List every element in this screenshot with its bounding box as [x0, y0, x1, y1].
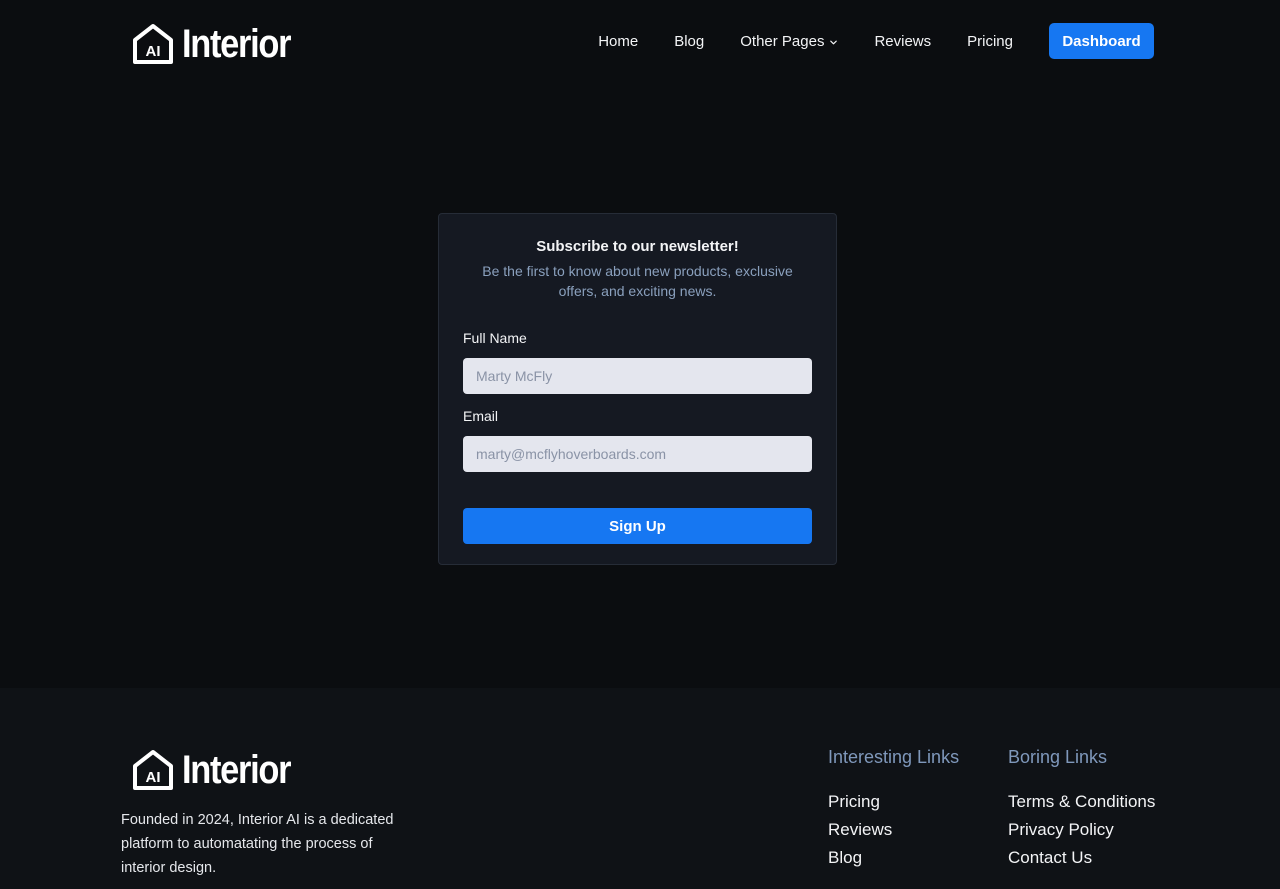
- newsletter-subtitle: Be the first to know about new products,…: [482, 263, 793, 299]
- email-input[interactable]: [463, 436, 812, 472]
- footer-link-contact[interactable]: Contact Us: [1008, 844, 1155, 872]
- full-name-input[interactable]: [463, 358, 812, 394]
- footer-link-blog[interactable]: Blog: [828, 844, 959, 872]
- email-label: Email: [463, 408, 499, 424]
- chevron-down-icon: [830, 40, 838, 44]
- logo-badge-text: AI: [146, 43, 161, 60]
- nav-reviews-label: Reviews: [874, 32, 932, 50]
- footer-link-reviews[interactable]: Reviews: [828, 816, 959, 844]
- nav-other-pages[interactable]: Other Pages: [740, 33, 838, 50]
- newsletter-title: Subscribe to our newsletter!: [536, 238, 739, 255]
- dashboard-button[interactable]: Dashboard: [1049, 23, 1154, 59]
- nav-reviews[interactable]: Reviews: [874, 33, 931, 50]
- house-logo-icon: AI: [133, 24, 173, 64]
- interesting-links-column: Interesting Links Pricing Reviews Blog: [828, 747, 959, 872]
- footer-link-privacy[interactable]: Privacy Policy: [1008, 816, 1155, 844]
- nav-other-pages-label: Other Pages: [740, 32, 825, 50]
- house-logo-icon: AI: [133, 750, 173, 790]
- newsletter-card: Subscribe to our newsletter! Be the firs…: [438, 213, 837, 565]
- main-nav: Home Blog Other Pages Reviews Pricing Da…: [598, 23, 1154, 59]
- nav-blog-label: Blog: [674, 32, 705, 50]
- site-header: AI Interior Home Blog Other Pages Review…: [0, 0, 1280, 82]
- interesting-links-title: Interesting Links: [828, 747, 960, 767]
- nav-home[interactable]: Home: [598, 33, 638, 50]
- nav-pricing[interactable]: Pricing: [967, 33, 1013, 50]
- boring-links-column: Boring Links Terms & Conditions Privacy …: [1008, 747, 1155, 872]
- footer-brand-name: Interior: [182, 748, 291, 792]
- footer-link-terms[interactable]: Terms & Conditions: [1008, 788, 1155, 816]
- footer-description: Founded in 2024, Interior AI is a dedica…: [121, 812, 394, 876]
- footer-logo-badge-text: AI: [146, 769, 161, 786]
- boring-links-title: Boring Links: [1008, 747, 1108, 767]
- nav-pricing-label: Pricing: [967, 32, 1013, 50]
- footer-brand-logo[interactable]: AI Interior: [132, 749, 308, 791]
- full-name-label: Full Name: [463, 330, 527, 346]
- nav-blog[interactable]: Blog: [674, 33, 704, 50]
- sign-up-button[interactable]: Sign Up: [463, 508, 812, 544]
- nav-home-label: Home: [598, 32, 639, 50]
- brand-name: Interior: [182, 22, 291, 66]
- footer-link-pricing[interactable]: Pricing: [828, 788, 959, 816]
- site-footer: AI Interior Founded in 2024, Interior AI…: [0, 688, 1280, 889]
- brand-logo[interactable]: AI Interior: [132, 23, 308, 65]
